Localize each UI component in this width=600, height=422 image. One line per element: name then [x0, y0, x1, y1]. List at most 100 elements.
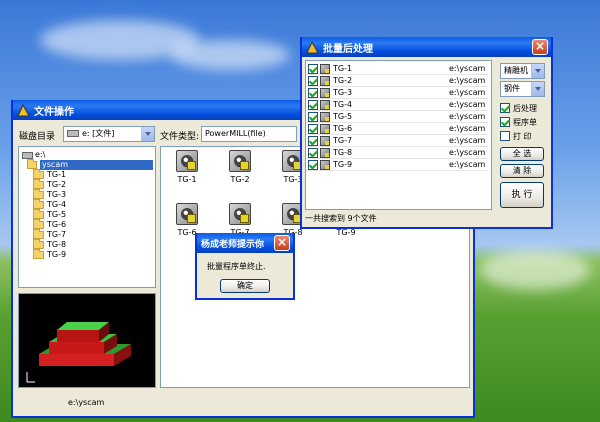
row-checkbox[interactable] — [308, 148, 318, 158]
file-label: TG-2 — [230, 175, 250, 184]
folder-icon — [33, 169, 44, 179]
app-icon — [306, 40, 319, 54]
row-file-path: e:\yscam — [449, 112, 486, 121]
ok-button[interactable]: 确定 — [220, 279, 270, 293]
folder-icon — [33, 199, 44, 209]
powermill-file-icon — [320, 112, 330, 122]
chevron-down-icon[interactable] — [141, 127, 154, 141]
batch-file-row[interactable]: TG-6 e:\yscam — [306, 123, 489, 135]
row-checkbox[interactable] — [308, 100, 318, 110]
drive-icon — [67, 130, 79, 137]
machine-select[interactable]: 精雕机 — [500, 63, 545, 79]
row-file-name: TG-1 — [333, 64, 353, 73]
tree-item-yscam[interactable]: yscam — [27, 159, 153, 170]
material-select[interactable]: 钢件 — [500, 81, 545, 97]
folder-icon — [33, 179, 44, 189]
batch-file-row[interactable]: TG-8 e:\yscam — [306, 147, 489, 159]
chevron-down-icon[interactable] — [531, 82, 544, 96]
cloud — [170, 40, 290, 70]
row-file-name: TG-7 — [333, 136, 353, 145]
message-dialog-titlebar[interactable]: 杨成老师提示你 × — [197, 233, 293, 253]
row-file-path: e:\yscam — [449, 124, 486, 133]
filetype-select[interactable]: PowerMILL(file) — [201, 126, 297, 142]
folder-icon — [33, 189, 44, 199]
program-sheet-label: 程序单 — [513, 118, 537, 127]
tree-item-label: TG-1 — [47, 170, 67, 179]
program-sheet-checkbox[interactable] — [500, 117, 510, 127]
folder-icon — [33, 229, 44, 239]
row-file-name: TG-2 — [333, 76, 353, 85]
chevron-down-icon[interactable] — [531, 64, 544, 78]
current-path: e:\yscam — [68, 398, 105, 407]
close-button[interactable]: × — [274, 235, 290, 251]
tree-item-label: e:\ — [35, 150, 46, 159]
tree-item-label: TG-6 — [47, 220, 67, 229]
machine-select-value: 精雕机 — [504, 66, 528, 75]
cloud — [480, 250, 590, 290]
tree-item-label: TG-7 — [47, 230, 67, 239]
row-checkbox[interactable] — [308, 112, 318, 122]
row-checkbox[interactable] — [308, 160, 318, 170]
batch-file-row[interactable]: TG-3 e:\yscam — [306, 87, 489, 99]
message-dialog-title: 杨成老师提示你 — [201, 239, 265, 250]
close-button[interactable]: × — [532, 39, 548, 55]
row-checkbox[interactable] — [308, 124, 318, 134]
tree-item-label: TG-9 — [47, 250, 67, 259]
material-select-value: 钢件 — [504, 84, 520, 93]
batch-file-row[interactable]: TG-7 e:\yscam — [306, 135, 489, 147]
folder-tree[interactable]: e:\ yscam TG-1 TG-2 TG-3 TG-4 TG-5 TG-6 … — [18, 146, 156, 288]
batch-file-row[interactable]: TG-1 e:\yscam — [306, 63, 489, 75]
row-file-path: e:\yscam — [449, 64, 486, 73]
print-label: 打 印 — [513, 132, 532, 141]
batch-file-row[interactable]: TG-4 e:\yscam — [306, 99, 489, 111]
post-process-checkbox[interactable] — [500, 103, 510, 113]
powermill-file-icon — [320, 100, 330, 110]
post-process-label: 后处理 — [513, 104, 537, 113]
row-checkbox[interactable] — [308, 64, 318, 74]
search-count-status: 一共搜索到 9个文件 — [305, 214, 377, 223]
filetype-label: 文件类型: — [160, 132, 200, 142]
clear-button[interactable]: 清 除 — [500, 164, 544, 178]
message-dialog: 杨成老师提示你 × 批量程序单终止. 确定 — [195, 233, 295, 300]
batch-file-row[interactable]: TG-5 e:\yscam — [306, 111, 489, 123]
row-file-name: TG-3 — [333, 88, 353, 97]
powermill-file-icon[interactable] — [229, 150, 251, 172]
tree-item-label: TG-4 — [47, 200, 67, 209]
batch-file-row[interactable]: TG-2 e:\yscam — [306, 75, 489, 87]
folder-open-icon — [27, 159, 38, 169]
select-all-button[interactable]: 全 选 — [500, 147, 544, 161]
batch-post-window: 批量后处理 × TG-1 e:\yscam TG-2 e:\yscam TG-3 e:\y… — [300, 37, 553, 229]
row-file-name: TG-8 — [333, 148, 353, 157]
powermill-file-icon[interactable] — [176, 203, 198, 225]
file-window-title: 文件操作 — [34, 106, 74, 118]
batch-window-title: 批量后处理 — [323, 43, 373, 55]
powermill-file-icon — [320, 148, 330, 158]
file-label: TG-9 — [336, 228, 356, 237]
batch-file-list[interactable]: TG-1 e:\yscam TG-2 e:\yscam TG-3 e:\yscam TG-4… — [305, 60, 492, 210]
row-file-path: e:\yscam — [449, 100, 486, 109]
row-checkbox[interactable] — [308, 76, 318, 86]
batch-file-row[interactable]: TG-9 e:\yscam — [306, 159, 489, 171]
powermill-file-icon — [320, 136, 330, 146]
tree-item-tg9[interactable]: TG-9 — [33, 249, 67, 260]
drive-label: 磁盘目录 — [19, 132, 56, 142]
drive-select-value: e: [文件] — [82, 129, 115, 138]
row-file-path: e:\yscam — [449, 76, 486, 85]
powermill-file-icon — [320, 88, 330, 98]
row-file-name: TG-4 — [333, 100, 353, 109]
row-checkbox[interactable] — [308, 88, 318, 98]
part-model-image — [26, 322, 131, 383]
print-checkbox[interactable] — [500, 131, 510, 141]
row-file-name: TG-5 — [333, 112, 353, 121]
file-label: TG-1 — [177, 175, 197, 184]
powermill-file-icon[interactable] — [176, 150, 198, 172]
batch-window-titlebar[interactable]: 批量后处理 × — [302, 37, 551, 57]
powermill-file-icon — [320, 160, 330, 170]
powermill-file-icon[interactable] — [229, 203, 251, 225]
row-checkbox[interactable] — [308, 136, 318, 146]
execute-button[interactable]: 执 行 — [500, 182, 544, 208]
drive-select[interactable]: e: [文件] — [63, 126, 155, 142]
filetype-select-value: PowerMILL(file) — [205, 129, 266, 138]
row-file-name: TG-9 — [333, 160, 353, 169]
drive-icon — [22, 151, 33, 159]
